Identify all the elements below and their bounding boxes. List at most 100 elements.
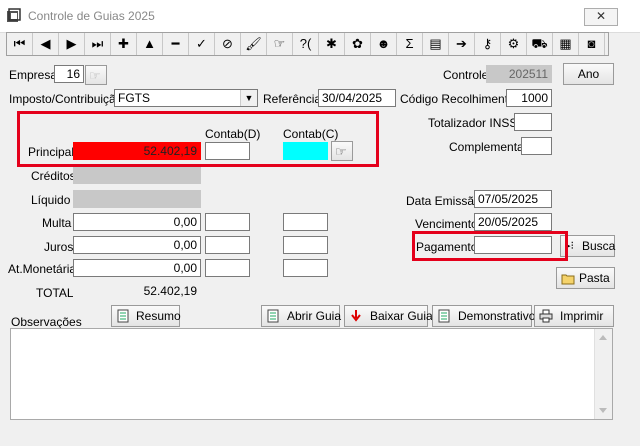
empresa-search-button[interactable]: ☞ xyxy=(85,65,107,85)
empresa-input[interactable]: 16 xyxy=(54,65,84,83)
demonstrativo-button[interactable]: Demonstrativo xyxy=(432,305,536,327)
principal-highlight-box xyxy=(17,111,379,167)
document-icon xyxy=(438,309,450,323)
multa-contab-c-input[interactable] xyxy=(283,213,328,231)
pasta-button[interactable]: Pasta xyxy=(556,267,615,289)
referencia-input[interactable]: 30/04/2025 xyxy=(318,89,396,107)
baixar-guia-button[interactable]: Baixar Guia xyxy=(344,305,433,327)
ano-button-label: Ano xyxy=(577,67,600,81)
wizard-icon: ✿ xyxy=(352,36,363,51)
at-monetaria-contab-c-input[interactable] xyxy=(283,259,328,277)
at-monetaria-input[interactable]: 0,00 xyxy=(73,259,201,277)
search-form-icon: ☞ xyxy=(273,36,286,51)
observacoes-scrollbar[interactable] xyxy=(594,329,612,419)
key-button[interactable]: ⚷ xyxy=(475,33,501,55)
at-monetaria-contab-d-input[interactable] xyxy=(205,259,250,277)
liquido-label: Líquido xyxy=(31,193,71,207)
creditos-label: Créditos xyxy=(31,169,76,183)
folder-icon xyxy=(561,274,575,285)
juros-contab-d-input[interactable] xyxy=(205,236,250,254)
juros-contab-c-input[interactable] xyxy=(283,236,328,254)
imposto-select[interactable]: FGTS ▼ xyxy=(114,89,258,107)
pasta-button-label: Pasta xyxy=(579,271,610,285)
prior-record-button[interactable]: ◀ xyxy=(33,33,59,55)
tools-button[interactable]: ✱ xyxy=(319,33,345,55)
next-record-button[interactable]: ▶ xyxy=(59,33,85,55)
vehicle-icon: ⛟ xyxy=(531,36,548,51)
hand-pointer-icon: ☞ xyxy=(89,68,101,83)
controle-label: Controle xyxy=(443,68,489,82)
user-button[interactable]: ☻ xyxy=(371,33,397,55)
abrir-guia-button[interactable]: Abrir Guia xyxy=(261,305,341,327)
referencia-label: Referência xyxy=(263,92,322,106)
codigo-recolhimento-input[interactable]: 1000 xyxy=(506,89,552,107)
chevron-down-icon[interactable]: ▼ xyxy=(240,90,257,106)
edit-record-button[interactable]: ▲ xyxy=(137,33,163,55)
export-icon: ➔ xyxy=(456,36,467,51)
last-record-icon: ⏭ xyxy=(91,36,104,51)
stop-button[interactable]: ◙ xyxy=(579,33,605,55)
imprimir-button-label: Imprimir xyxy=(560,309,604,323)
data-emissao-input[interactable]: 07/05/2025 xyxy=(474,190,552,208)
juros-input[interactable]: 0,00 xyxy=(73,236,201,254)
controle-field: 202511 xyxy=(486,65,552,83)
complementar-input[interactable] xyxy=(521,137,552,155)
totalizador-inss-label: Totalizador INSS xyxy=(428,116,518,130)
settings-button[interactable]: ⚙ xyxy=(501,33,527,55)
last-record-button[interactable]: ⏭ xyxy=(85,33,111,55)
scroll-down-icon[interactable] xyxy=(599,408,607,413)
observacoes-memo[interactable] xyxy=(10,328,613,420)
complementar-label: Complementar xyxy=(449,140,528,154)
close-icon: ✕ xyxy=(595,9,607,23)
scroll-up-icon[interactable] xyxy=(599,335,607,340)
key-icon: ⚷ xyxy=(482,36,493,51)
insert-record-icon: ✚ xyxy=(118,36,129,51)
export-button[interactable]: ➔ xyxy=(449,33,475,55)
query-button[interactable]: ?( xyxy=(293,33,319,55)
report-button[interactable]: ▤ xyxy=(423,33,449,55)
busca-button[interactable]: ▸⁝ Busca xyxy=(560,235,615,257)
wizard-button[interactable]: ✿ xyxy=(345,33,371,55)
imprimir-button[interactable]: Imprimir xyxy=(534,305,614,327)
resumo-button[interactable]: Resumo xyxy=(111,305,181,327)
vehicle-button[interactable]: ⛟ xyxy=(527,33,553,55)
insert-record-button[interactable]: ✚ xyxy=(111,33,137,55)
vencimento-input[interactable]: 20/05/2025 xyxy=(474,213,552,231)
ano-button[interactable]: Ano xyxy=(563,63,614,85)
sum-icon: Σ xyxy=(405,36,414,51)
search-form-button[interactable]: ☞ xyxy=(267,33,293,55)
multa-input[interactable]: 0,00 xyxy=(73,213,201,231)
stop-icon: ◙ xyxy=(587,36,596,51)
demonstrativo-button-label: Demonstrativo xyxy=(458,309,536,323)
printer-icon xyxy=(539,309,553,323)
observacoes-label: Observações xyxy=(11,315,82,329)
calendar-button[interactable]: ▦ xyxy=(553,33,579,55)
post-record-icon: ✓ xyxy=(196,36,207,51)
prior-record-icon: ◀ xyxy=(40,36,51,51)
navigator-toolbar: ⏮ ◀ ▶ ⏭ ✚ ▲ ━ ✓ ⊘ 🖌 ☞ ?( ✱ ✿ ☻ Σ ▤ ➔ ⚷ ⚙ ⛟ ▦ ◙ xyxy=(6,32,609,56)
empresa-label: Empresa xyxy=(9,68,58,82)
cancel-record-button[interactable]: ⊘ xyxy=(215,33,241,55)
status-bar xyxy=(0,426,640,446)
query-icon: ?( xyxy=(299,36,312,51)
tools-icon: ✱ xyxy=(326,36,337,51)
resumo-button-label: Resumo xyxy=(136,309,181,323)
document-icon xyxy=(117,309,129,323)
close-button[interactable]: ✕ xyxy=(584,8,618,26)
user-icon: ☻ xyxy=(376,36,391,51)
post-record-button[interactable]: ✓ xyxy=(189,33,215,55)
edit-record-icon: ▲ xyxy=(143,36,156,51)
clean-button[interactable]: 🖌 xyxy=(241,33,267,55)
report-icon: ▤ xyxy=(429,36,442,51)
totalizador-inss-input[interactable] xyxy=(514,113,552,131)
clean-icon: 🖌 xyxy=(245,36,262,51)
multa-contab-d-input[interactable] xyxy=(205,213,250,231)
title-bar: Controle de Guias 2025 ✕ xyxy=(0,0,640,33)
first-record-button[interactable]: ⏮ xyxy=(7,33,33,55)
juros-label: Juros xyxy=(44,240,74,254)
at-monetaria-label: At.Monetária xyxy=(8,262,77,276)
window-title: Controle de Guias 2025 xyxy=(28,9,155,23)
delete-record-button[interactable]: ━ xyxy=(163,33,189,55)
sum-button[interactable]: Σ xyxy=(397,33,423,55)
down-arrow-icon xyxy=(351,310,361,322)
